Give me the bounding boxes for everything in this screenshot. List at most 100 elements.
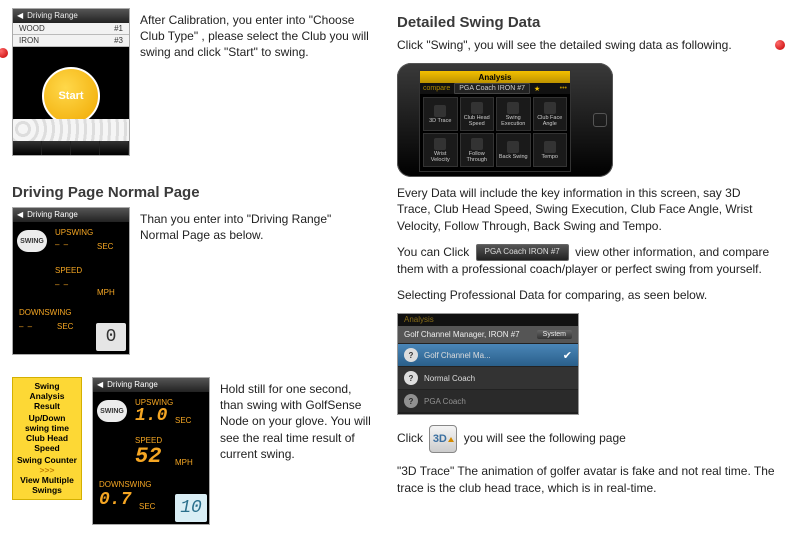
legend-line: View Multiple Swings — [16, 476, 78, 496]
cell-label: Back Swing — [499, 154, 528, 160]
arrow-up-icon — [448, 437, 454, 442]
list-label: Golf Channel Ma... — [424, 351, 491, 360]
bullet-dot-icon — [775, 40, 785, 50]
start-label: Start — [58, 90, 83, 102]
club-row[interactable]: IRON #3 — [13, 35, 129, 47]
phone-title: Driving Range — [27, 9, 78, 23]
heading-detailed-swing: Detailed Swing Data — [397, 14, 777, 31]
swing-badge[interactable]: SWING — [97, 400, 127, 422]
3d-icon[interactable]: 3D — [429, 425, 457, 453]
start-button[interactable]: Start — [42, 67, 100, 125]
analysis-cell-swingexecution[interactable]: Swing Execution — [496, 97, 531, 131]
cell-label: Follow Through — [462, 151, 493, 163]
downswing-value: 0.7 — [99, 490, 131, 510]
mph-unit: MPH — [97, 288, 115, 297]
cell-label: Tempo — [541, 154, 558, 160]
analysis-cell-3dtrace[interactable]: 3D Trace — [423, 97, 458, 131]
phone-tabbar — [13, 141, 129, 155]
phone-title: Driving Range — [107, 378, 158, 392]
check-icon: ✔ — [563, 349, 572, 362]
golfball-texture — [13, 119, 129, 141]
list-label: Normal Coach — [424, 374, 475, 383]
sec-unit: SEC — [139, 502, 155, 511]
star-icon[interactable]: ★ — [534, 85, 540, 93]
cell-label: Wrist Velocity — [425, 151, 456, 163]
tab-item[interactable] — [71, 141, 100, 155]
analysis-cell-wristvelocity[interactable]: Wrist Velocity — [423, 133, 458, 167]
cell-label: Swing Execution — [498, 115, 529, 127]
tab-item[interactable] — [42, 141, 71, 155]
para-click-swing: Click "Swing", you will see the detailed… — [397, 37, 777, 53]
question-icon: ? — [404, 371, 418, 385]
swing-badge[interactable]: SWING — [17, 230, 47, 252]
sec-unit: SEC — [57, 322, 73, 331]
phone-topbar: ◀ Driving Range — [13, 9, 129, 23]
club-name: IRON — [19, 36, 39, 45]
analysis-grid: 3D Trace Club Head Speed Swing Execution… — [420, 94, 570, 170]
para-every-data: Every Data will include the key informat… — [397, 185, 777, 234]
value-placeholder: – – — [55, 240, 69, 249]
club-type-table: WOOD #1 IRON #3 — [13, 23, 129, 47]
analysis-cell-backswing[interactable]: Back Swing — [496, 133, 531, 167]
upswing-label: UPSWING — [55, 228, 93, 237]
phone-topbar: ◀ Driving Range — [13, 208, 129, 222]
cell-label: Club Face Angle — [535, 115, 566, 127]
upswing-value: 1.0 — [135, 406, 167, 426]
back-icon[interactable]: ◀ — [17, 208, 23, 222]
screenshot-swing-result: ◀ Driving Range SWING UPSWING 1.0 SEC SP… — [92, 377, 210, 525]
cell-label: Club Head Speed — [462, 115, 493, 127]
list-label: PGA Coach — [424, 397, 466, 406]
cell-label: 3D Trace — [429, 118, 451, 124]
screenshot-pro-list: Analysis Golf Channel Manager, IRON #7 S… — [397, 313, 579, 415]
3d-label: 3D — [433, 432, 447, 447]
swing-counter[interactable]: 0 — [96, 323, 126, 351]
compare-chip[interactable]: PGA Coach IRON #7 — [454, 83, 530, 94]
para-3d-trace: "3D Trace" The animation of golfer avata… — [397, 463, 777, 495]
screenshot-analysis-landscape: Analysis compare PGA Coach IRON #7 ★ •••… — [397, 63, 613, 177]
hold-paragraph: Hold still for one second, than swing wi… — [220, 381, 372, 462]
analysis-cell-clubfaceangle[interactable]: Club Face Angle — [533, 97, 568, 131]
phone-topbar: ◀ Driving Range — [93, 378, 209, 392]
club-num: #3 — [114, 36, 123, 45]
club-name: WOOD — [19, 24, 45, 33]
para-text: you will see the following page — [464, 432, 626, 446]
legend-yellow-panel: Swing Analysis Result Up/Down swing time… — [12, 377, 82, 500]
question-icon: ? — [404, 394, 418, 408]
swing-counter[interactable]: 10 — [175, 494, 207, 522]
mph-unit: MPH — [175, 458, 193, 467]
list-item[interactable]: Golf Channel Manager, IRON #7 System — [398, 326, 578, 344]
para-click-3d: Click 3D you will see the following page — [397, 425, 777, 453]
list-item[interactable]: ? Normal Coach — [398, 367, 578, 390]
back-icon[interactable]: ◀ — [97, 378, 103, 392]
heading-driving-normal: Driving Page Normal Page — [12, 184, 372, 201]
legend-line: Up/Down swing time Club Head Speed — [16, 414, 78, 453]
value-placeholder: – – — [55, 280, 69, 289]
analysis-cell-followthrough[interactable]: Follow Through — [460, 133, 495, 167]
question-icon: ? — [404, 348, 418, 362]
compare-pill-button[interactable]: PGA Coach IRON #7 — [476, 244, 569, 261]
list-item-selected[interactable]: ? Golf Channel Ma... ✔ — [398, 344, 578, 367]
sec-unit: SEC — [97, 242, 113, 251]
menu-dots-icon[interactable]: ••• — [560, 85, 567, 92]
club-row[interactable]: WOOD #1 — [13, 23, 129, 35]
analysis-cell-tempo[interactable]: Tempo — [533, 133, 568, 167]
tab-item[interactable] — [13, 141, 42, 155]
analysis-cell-clubheadspeed[interactable]: Club Head Speed — [460, 97, 495, 131]
downswing-label: DOWNSWING — [99, 480, 151, 489]
value-placeholder: – – — [19, 322, 33, 331]
screenshot-driving-range-start: ◀ Driving Range WOOD #1 IRON #3 Start — [12, 8, 130, 156]
system-tag: System — [537, 330, 572, 339]
club-num: #1 — [114, 24, 123, 33]
home-button-icon[interactable] — [593, 113, 607, 127]
list-item[interactable]: ? PGA Coach — [398, 390, 578, 413]
list-label: Golf Channel Manager, IRON #7 — [404, 330, 520, 339]
compare-tab[interactable]: compare — [423, 85, 450, 92]
back-icon[interactable]: ◀ — [17, 9, 23, 23]
intro-paragraph: After Calibration, you enter into "Choos… — [140, 12, 372, 146]
para-you-can-click: You can Click PGA Coach IRON #7 view oth… — [397, 244, 777, 277]
screenshot-driving-normal: ◀ Driving Range SWING UPSWING SEC – – SP… — [12, 207, 130, 355]
sec-unit: SEC — [175, 416, 191, 425]
tab-item[interactable] — [100, 141, 129, 155]
phone-title: Driving Range — [27, 208, 78, 222]
bullet-dot-icon — [0, 48, 8, 58]
